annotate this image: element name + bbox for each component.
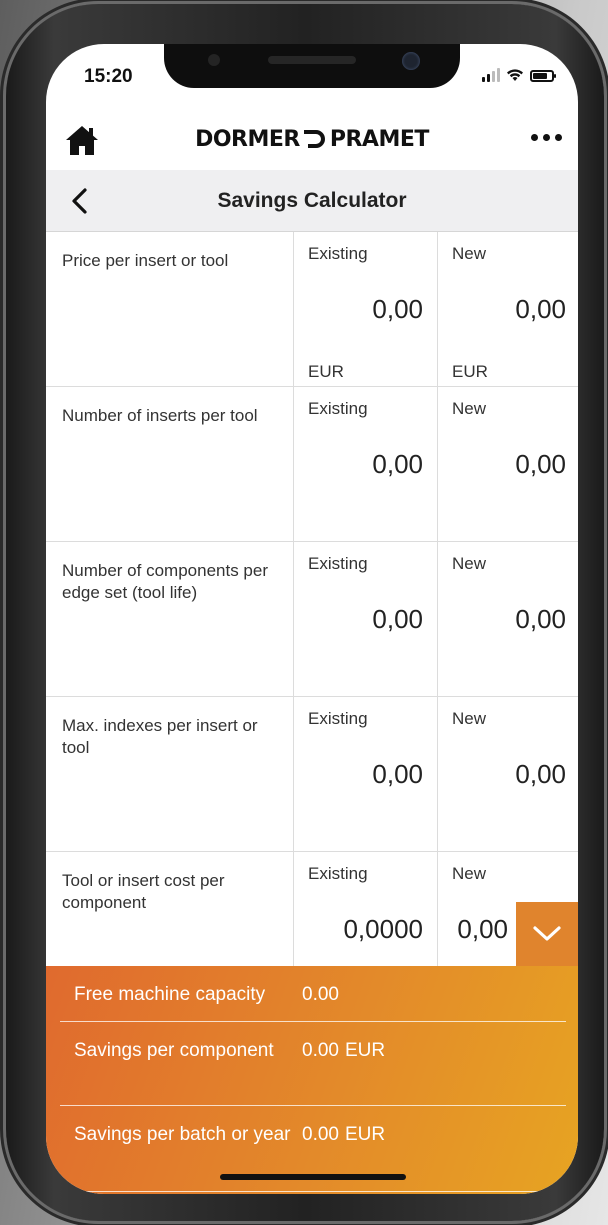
result-value: 0.00 EUR xyxy=(302,1038,385,1105)
result-value: 0.00 EUR xyxy=(302,1122,385,1191)
table-row: Number of components per edge set (tool … xyxy=(46,542,578,697)
column-header-existing: Existing xyxy=(308,709,368,728)
result-label: Savings per component xyxy=(74,1040,274,1061)
column-header-existing: Existing xyxy=(308,399,368,418)
existing-value[interactable]: 0,00 xyxy=(372,294,423,325)
battery-icon xyxy=(530,70,556,82)
new-value[interactable]: 0,00 xyxy=(457,914,508,945)
phone-frame: 15:20 DORMER PRAMET Savings Calculator P… xyxy=(6,4,604,1221)
page-title: Savings Calculator xyxy=(217,188,407,212)
column-header-existing: Existing xyxy=(308,244,368,263)
result-label: Free machine capacity xyxy=(74,984,266,1005)
new-value[interactable]: 0,00 xyxy=(515,604,566,635)
existing-value[interactable]: 0,0000 xyxy=(343,914,423,945)
chevron-down-icon xyxy=(533,926,561,941)
row-label: Number of components per edge set (tool … xyxy=(46,542,294,696)
result-unit: EUR xyxy=(344,1040,386,1061)
more-icon[interactable] xyxy=(531,134,562,141)
result-number: 0.00 xyxy=(302,1124,339,1145)
logo-mark xyxy=(303,130,325,148)
home-icon[interactable] xyxy=(64,122,100,158)
result-unit: EUR xyxy=(344,1124,386,1145)
collapse-results-button[interactable] xyxy=(516,902,578,966)
column-header-new: New xyxy=(452,399,487,418)
table-row: Price per insert or tool Existing 0,00 E… xyxy=(46,232,578,387)
logo-text-left: DORMER xyxy=(195,126,300,152)
existing-value[interactable]: 0,00 xyxy=(372,759,423,790)
status-time: 15:20 xyxy=(84,66,133,87)
column-header-new: New xyxy=(452,864,487,883)
new-input[interactable]: New 0,00 xyxy=(438,387,578,541)
result-number: 0.00 xyxy=(302,1040,339,1061)
column-header-new: New xyxy=(452,709,487,728)
app-screen: 15:20 DORMER PRAMET Savings Calculator P… xyxy=(46,44,578,1194)
new-unit: EUR xyxy=(452,362,488,381)
row-label: Max. indexes per insert or tool xyxy=(46,697,294,851)
result-row: Free machine capacity 0.00 xyxy=(60,966,566,1022)
brand-logo: DORMER PRAMET xyxy=(195,127,429,152)
existing-unit: EUR xyxy=(308,362,344,381)
column-header-existing: Existing xyxy=(308,864,368,883)
new-input[interactable]: New 0,00 xyxy=(438,542,578,696)
row-label: Number of inserts per tool xyxy=(46,387,294,541)
new-input[interactable]: New 0,00 EUR xyxy=(438,232,578,386)
new-value[interactable]: 0,00 xyxy=(515,449,566,480)
app-header: DORMER PRAMET xyxy=(46,108,578,170)
column-header-new: New xyxy=(452,244,487,263)
result-number: 0.00 xyxy=(302,984,339,1005)
existing-value[interactable]: 0,00 xyxy=(372,604,423,635)
existing-value[interactable]: 0,00 xyxy=(372,449,423,480)
result-value: 0.00 xyxy=(302,982,339,1021)
table-row: Number of inserts per tool Existing 0,00… xyxy=(46,387,578,542)
result-row: Savings per component 0.00 EUR xyxy=(60,1022,566,1106)
new-value[interactable]: 0,00 xyxy=(515,294,566,325)
column-header-new: New xyxy=(452,554,487,573)
existing-input[interactable]: Existing 0,00 xyxy=(294,542,438,696)
home-indicator[interactable] xyxy=(220,1174,406,1180)
notch xyxy=(164,44,460,88)
status-icons xyxy=(482,68,556,82)
nav-bar: Savings Calculator xyxy=(46,170,578,232)
existing-input[interactable]: Existing 0,00 xyxy=(294,387,438,541)
new-value[interactable]: 0,00 xyxy=(515,759,566,790)
column-header-existing: Existing xyxy=(308,554,368,573)
calculator-table: Price per insert or tool Existing 0,00 E… xyxy=(46,232,578,1007)
existing-input[interactable]: Existing 0,00 xyxy=(294,697,438,851)
results-panel: Free machine capacity 0.00 Savings per c… xyxy=(46,966,578,1194)
new-input[interactable]: New 0,00 xyxy=(438,697,578,851)
wifi-icon xyxy=(507,69,523,81)
chevron-left-icon[interactable] xyxy=(68,187,92,215)
signal-icon xyxy=(482,68,500,82)
table-row: Max. indexes per insert or tool Existing… xyxy=(46,697,578,852)
logo-text-right: PRAMET xyxy=(329,126,430,152)
existing-input[interactable]: Existing 0,00 EUR xyxy=(294,232,438,386)
result-label: Savings per batch or year xyxy=(74,1124,291,1145)
row-label: Price per insert or tool xyxy=(46,232,294,386)
